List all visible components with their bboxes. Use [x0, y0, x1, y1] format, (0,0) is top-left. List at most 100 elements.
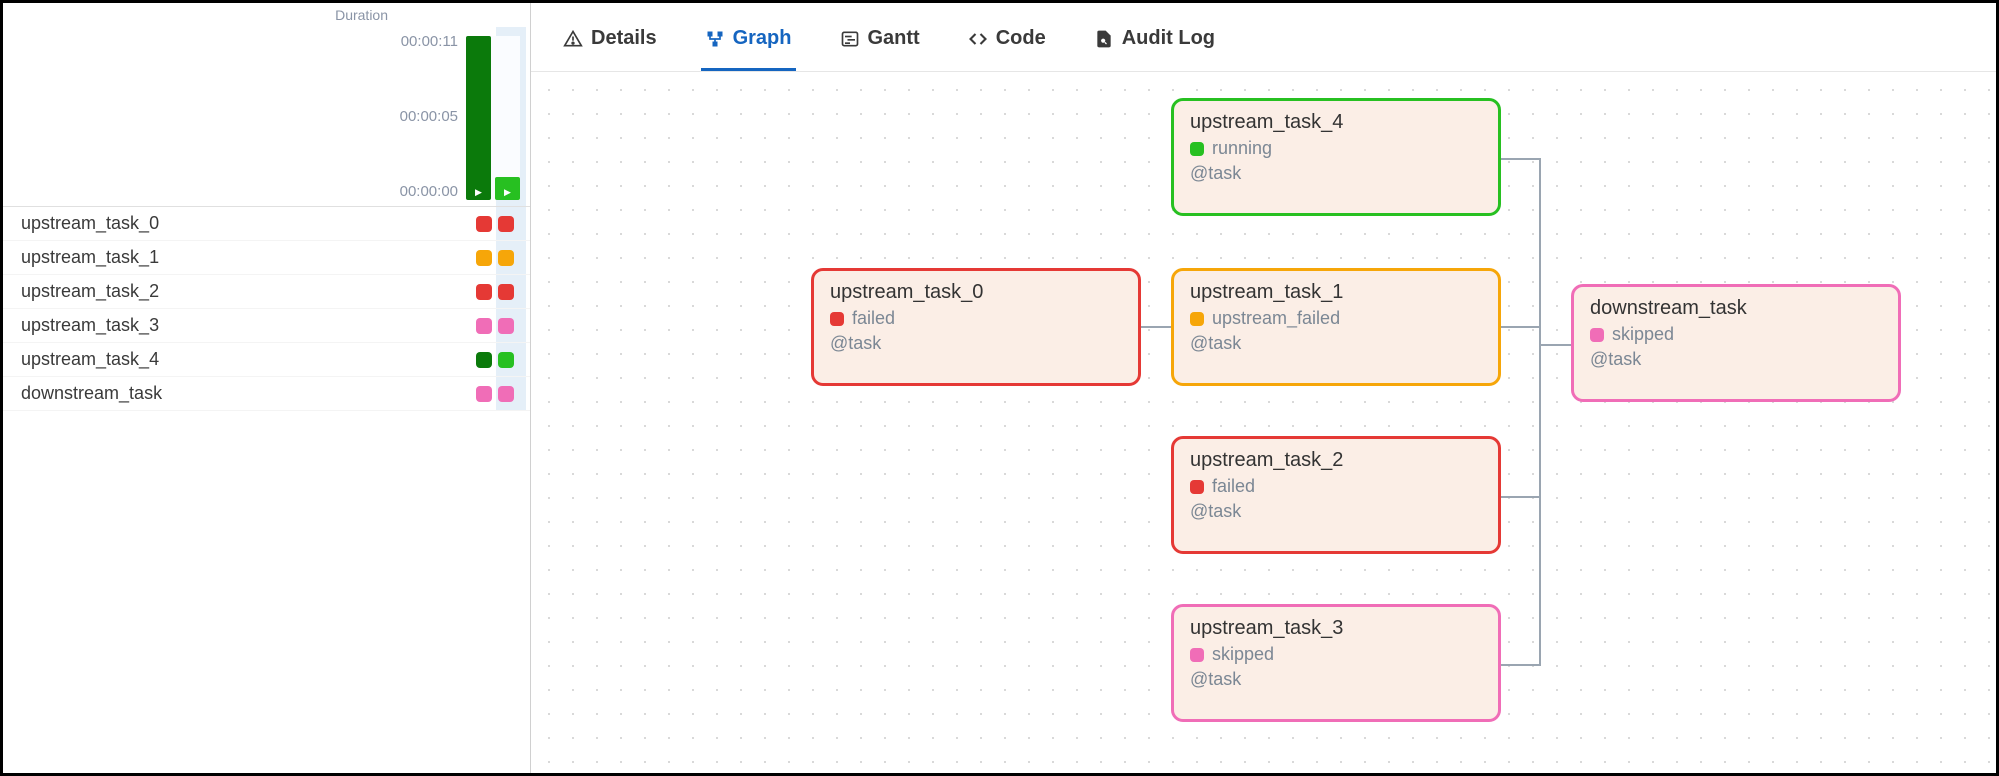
tick-label: 00:00:11: [401, 33, 458, 50]
task-name: downstream_task: [21, 383, 476, 404]
node-title: upstream_task_2: [1190, 449, 1482, 472]
tab-graph[interactable]: Graph: [701, 17, 796, 71]
status-chip[interactable]: [498, 352, 514, 368]
status-dot: [1190, 142, 1204, 156]
status-chip[interactable]: [476, 318, 492, 334]
status-chips: [476, 386, 520, 402]
node-title: upstream_task_1: [1190, 281, 1482, 304]
node-status: failed: [830, 308, 1122, 329]
node-decorator: @task: [1190, 501, 1482, 522]
graph-edge: [1501, 664, 1541, 666]
details-icon: [563, 29, 583, 49]
tab-label: Audit Log: [1122, 27, 1215, 50]
tick-label: 00:00:05: [400, 108, 458, 125]
task-name: upstream_task_4: [21, 349, 476, 370]
graph-node-upstream_task_0[interactable]: upstream_task_0failed@task: [811, 268, 1141, 386]
graph-node-upstream_task_1[interactable]: upstream_task_1 upstream_failed @task: [1171, 268, 1501, 386]
graph-canvas[interactable]: upstream_task_4running@taskupstream_task…: [531, 72, 1996, 773]
task-row[interactable]: downstream_task: [3, 377, 530, 411]
chart-y-ticks: 00:00:11 00:00:05 00:00:00: [400, 27, 458, 206]
duration-chart: 00:00:11 00:00:05 00:00:00 ▶▶: [3, 27, 530, 207]
tab-gantt[interactable]: Gantt: [836, 17, 924, 71]
task-name: upstream_task_0: [21, 213, 476, 234]
tab-audit[interactable]: Audit Log: [1090, 17, 1219, 71]
graph-node-upstream_task_3[interactable]: upstream_task_3skipped @task: [1171, 604, 1501, 722]
tab-label: Code: [996, 27, 1046, 50]
status-chip[interactable]: [498, 318, 514, 334]
status-text: failed: [852, 308, 895, 329]
task-row[interactable]: upstream_task_2: [3, 275, 530, 309]
graph-edge: [1539, 496, 1541, 666]
graph-edge: [1501, 326, 1541, 328]
status-chip[interactable]: [498, 250, 514, 266]
graph-edge: [1539, 158, 1541, 344]
gantt-icon: [840, 29, 860, 49]
status-chip[interactable]: [498, 386, 514, 402]
status-dot: [1190, 480, 1204, 494]
status-chips: [476, 216, 520, 232]
tab-label: Gantt: [868, 27, 920, 50]
tab-label: Details: [591, 27, 657, 50]
graph-node-upstream_task_2[interactable]: upstream_task_2failed @task: [1171, 436, 1501, 554]
node-status: skipped: [1190, 644, 1482, 665]
status-chip[interactable]: [476, 386, 492, 402]
node-decorator: @task: [1190, 669, 1482, 690]
status-dot: [1190, 648, 1204, 662]
tab-bar: Details Graph Gantt Code Audit Log: [531, 3, 1996, 72]
task-name: upstream_task_2: [21, 281, 476, 302]
status-chip[interactable]: [476, 250, 492, 266]
task-row[interactable]: upstream_task_1: [3, 241, 530, 275]
status-chip[interactable]: [476, 216, 492, 232]
task-row[interactable]: upstream_task_0: [3, 207, 530, 241]
node-decorator: @task: [1590, 349, 1882, 370]
audit-icon: [1094, 29, 1114, 49]
play-icon: ▶: [504, 187, 511, 198]
task-row[interactable]: upstream_task_3: [3, 309, 530, 343]
task-list: upstream_task_0 upstream_task_1 upstream_t…: [3, 207, 530, 411]
status-dot: [830, 312, 844, 326]
node-status: running: [1190, 138, 1482, 159]
sidebar: Duration 00:00:11 00:00:05 00:00:00 ▶▶ u…: [3, 3, 531, 773]
node-status: failed: [1190, 476, 1482, 497]
tab-label: Graph: [733, 27, 792, 50]
status-chips: [476, 284, 520, 300]
graph-icon: [705, 29, 725, 49]
graph-edge: [1539, 344, 1541, 498]
graph-edge: [1141, 326, 1171, 328]
status-chips: [476, 318, 520, 334]
play-icon: ▶: [475, 187, 482, 198]
status-chip[interactable]: [476, 284, 492, 300]
task-row[interactable]: upstream_task_4: [3, 343, 530, 377]
node-decorator: @task: [1190, 333, 1482, 354]
graph-node-upstream_task_4[interactable]: upstream_task_4running @task: [1171, 98, 1501, 216]
status-chips: [476, 352, 520, 368]
status-chip[interactable]: [476, 352, 492, 368]
tab-details[interactable]: Details: [559, 17, 661, 71]
status-text: skipped: [1212, 644, 1274, 665]
status-dot: [1590, 328, 1604, 342]
chart-bars[interactable]: ▶▶: [466, 36, 520, 200]
graph-node-downstream_task[interactable]: downstream_taskskipped @task: [1571, 284, 1901, 402]
status-text: failed: [1212, 476, 1255, 497]
node-title: downstream_task: [1590, 297, 1882, 320]
code-icon: [968, 29, 988, 49]
node-title: upstream_task_0: [830, 281, 1122, 304]
task-name: upstream_task_1: [21, 247, 476, 268]
run-bar[interactable]: ▶: [466, 36, 491, 200]
status-chips: [476, 250, 520, 266]
status-text: skipped: [1612, 324, 1674, 345]
node-status: upstream_failed: [1190, 308, 1482, 329]
main-area: Details Graph Gantt Code Audit Log upstream_…: [531, 3, 1996, 773]
graph-edge: [1501, 496, 1541, 498]
tab-code[interactable]: Code: [964, 17, 1050, 71]
duration-label: Duration: [3, 3, 530, 27]
status-chip[interactable]: [498, 216, 514, 232]
status-chip[interactable]: [498, 284, 514, 300]
node-title: upstream_task_4: [1190, 111, 1482, 134]
status-text: running: [1212, 138, 1272, 159]
node-status: skipped: [1590, 324, 1882, 345]
node-title: upstream_task_3: [1190, 617, 1482, 640]
status-text: upstream_failed: [1212, 308, 1340, 329]
run-bar[interactable]: ▶: [495, 177, 520, 200]
node-decorator: @task: [1190, 163, 1482, 184]
